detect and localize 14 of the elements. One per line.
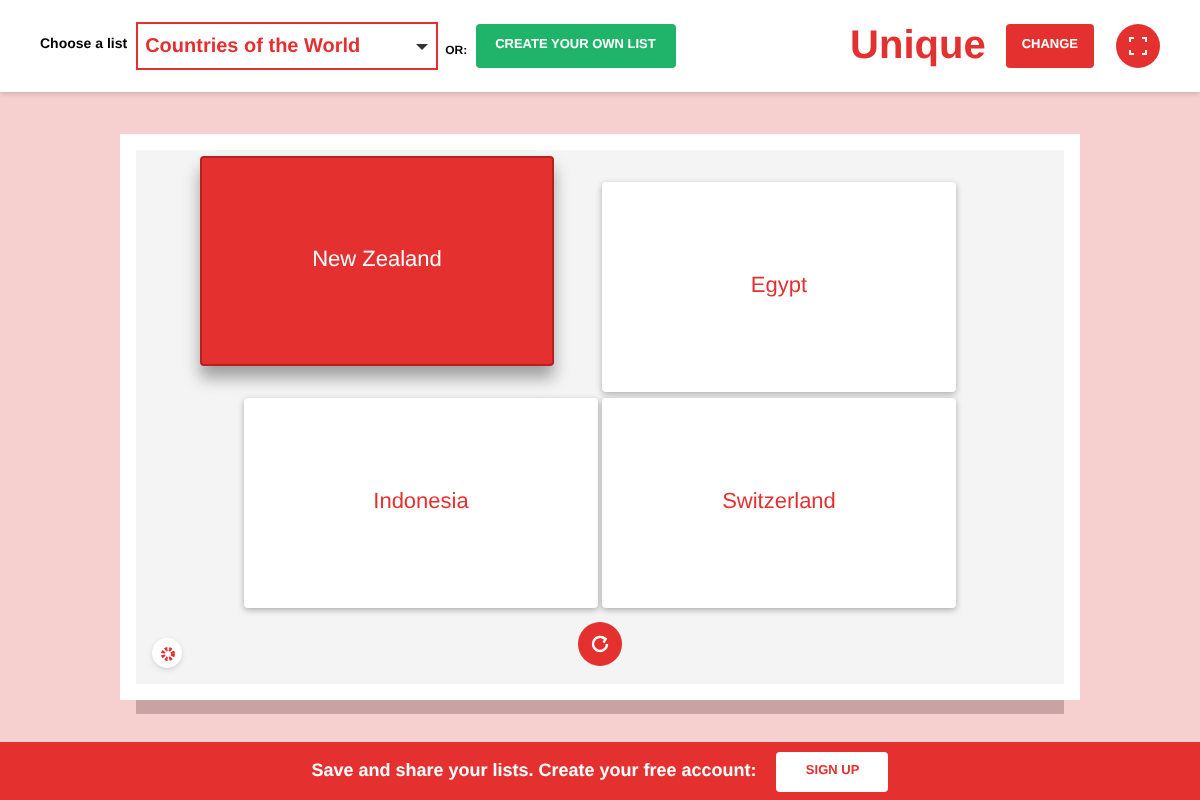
answer-card[interactable]: Egypt: [602, 182, 956, 392]
answer-card[interactable]: Switzerland: [602, 398, 956, 608]
dropdown-caret-icon: [415, 43, 428, 49]
footer-message: Save and share your lists. Create your free account:: [311, 757, 757, 784]
fullscreen-button[interactable]: [1116, 24, 1160, 68]
answer-card[interactable]: New Zealand: [200, 156, 554, 366]
settings-button[interactable]: [152, 638, 182, 668]
restart-button[interactable]: [578, 622, 622, 666]
expand-icon: [1128, 36, 1148, 56]
mode-title: Unique: [850, 22, 986, 72]
answer-card[interactable]: Indonesia: [244, 398, 598, 608]
settings-icon: [159, 645, 175, 661]
refresh-icon: [590, 634, 610, 654]
list-select[interactable]: Countries of the World: [135, 22, 438, 70]
